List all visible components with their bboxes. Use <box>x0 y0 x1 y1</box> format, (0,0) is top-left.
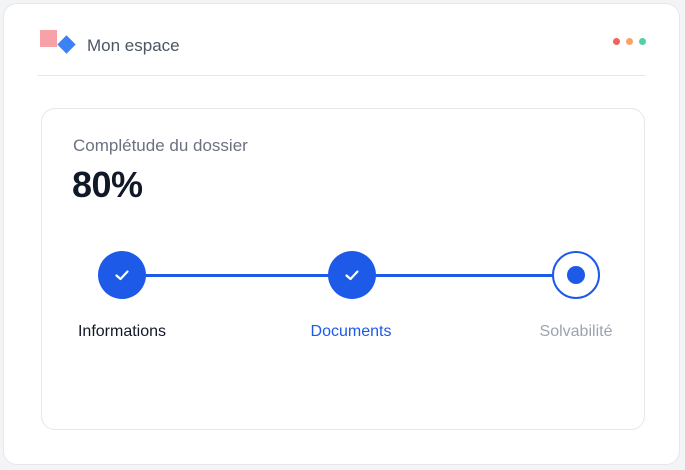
window-header: Mon espace <box>38 4 646 76</box>
dot-icon-orange <box>626 38 633 45</box>
dot-icon-red <box>613 38 620 45</box>
step-label-informations[interactable]: Informations <box>78 322 166 342</box>
current-step-dot-icon <box>567 266 585 284</box>
app-window: Mon espace Complétude du dossier 80% Inf… <box>3 3 680 465</box>
step-label-documents[interactable]: Documents <box>311 322 392 342</box>
dot-icon-green <box>639 38 646 45</box>
page-title: Mon espace <box>87 36 180 55</box>
step-connector-2 <box>376 274 556 277</box>
check-icon <box>345 270 359 281</box>
step-label-solvabilite[interactable]: Solvabilité <box>540 322 613 342</box>
dossier-progress-card: Complétude du dossier 80% Informations D… <box>41 108 645 430</box>
step-documents-check[interactable] <box>328 251 376 299</box>
window-menu-dots[interactable] <box>613 38 646 45</box>
step-connector-1 <box>146 274 332 277</box>
check-icon <box>115 270 129 281</box>
step-informations-check[interactable] <box>98 251 146 299</box>
progress-stepper: Informations Documents Solvabilité <box>42 109 646 431</box>
logo-icon <box>40 30 76 54</box>
step-solvabilite-current[interactable] <box>552 251 600 299</box>
